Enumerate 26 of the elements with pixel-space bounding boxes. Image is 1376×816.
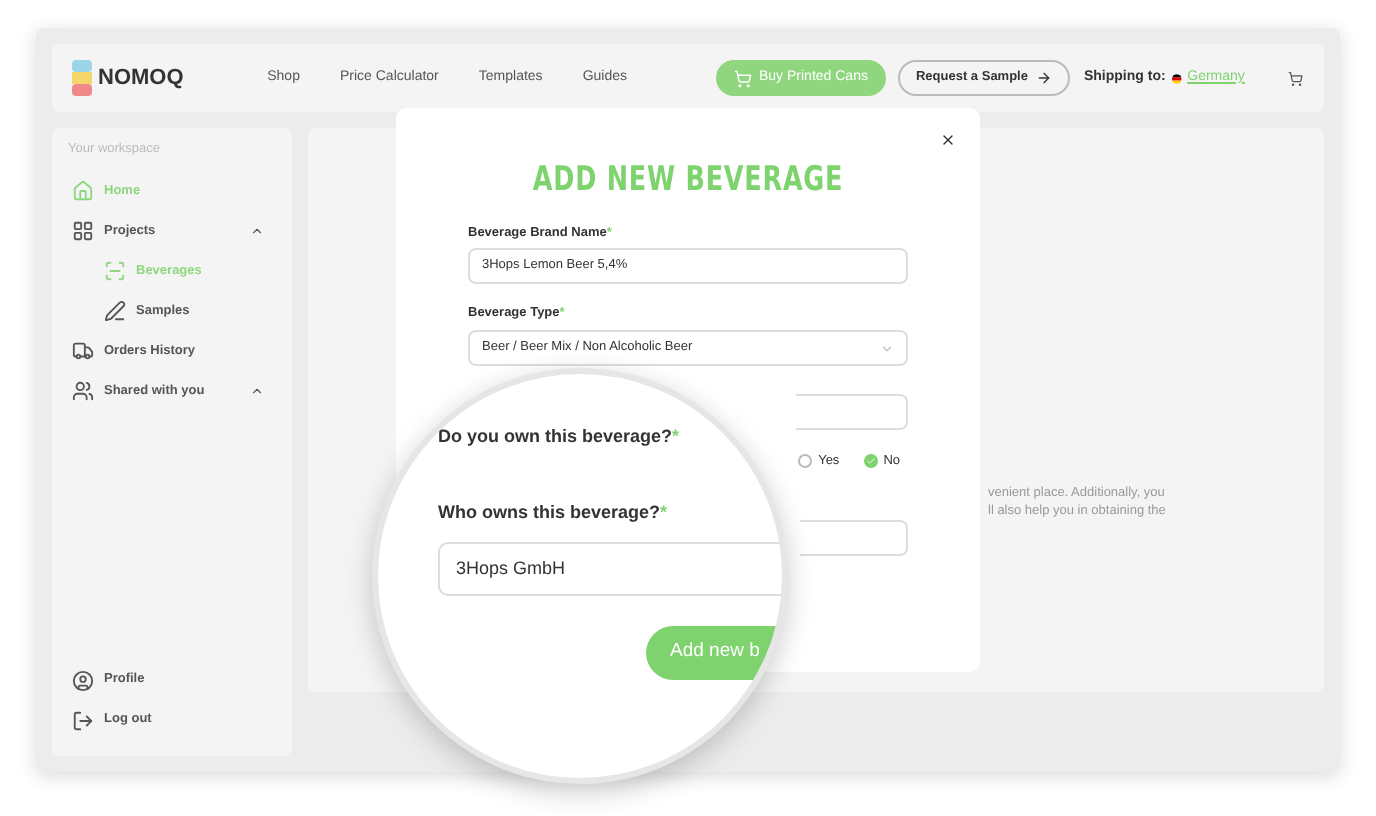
pen-icon (104, 300, 126, 323)
logo-icon (72, 60, 92, 96)
cart-icon (733, 69, 751, 87)
logout-icon (72, 709, 94, 731)
radio-button[interactable] (798, 454, 813, 469)
modal-title: ADD NEW BEVERAGE (530, 158, 846, 204)
cart-icon[interactable] (1288, 67, 1304, 89)
text-field[interactable] (796, 394, 908, 430)
home-icon (72, 180, 94, 203)
arrow-icon (1035, 70, 1052, 86)
user-icon (72, 669, 94, 691)
flag-icon (1171, 71, 1182, 85)
field-label: Do you own this beverage?* (438, 424, 682, 450)
close-icon[interactable] (940, 132, 956, 148)
grid-icon (72, 220, 94, 243)
text-field[interactable] (800, 519, 908, 556)
owner-field[interactable]: 3Hops GmbH (438, 542, 782, 596)
chevron-icon[interactable] (250, 224, 264, 239)
chevron-icon (880, 341, 894, 355)
users-icon (72, 380, 94, 403)
truck-icon (72, 340, 94, 363)
logo-text: NOMOQ (98, 63, 184, 94)
field-label: Who owns this beverage?* (438, 499, 670, 526)
radio-button[interactable] (863, 454, 878, 469)
chevron-icon[interactable] (250, 384, 264, 399)
scan-icon (104, 260, 126, 283)
